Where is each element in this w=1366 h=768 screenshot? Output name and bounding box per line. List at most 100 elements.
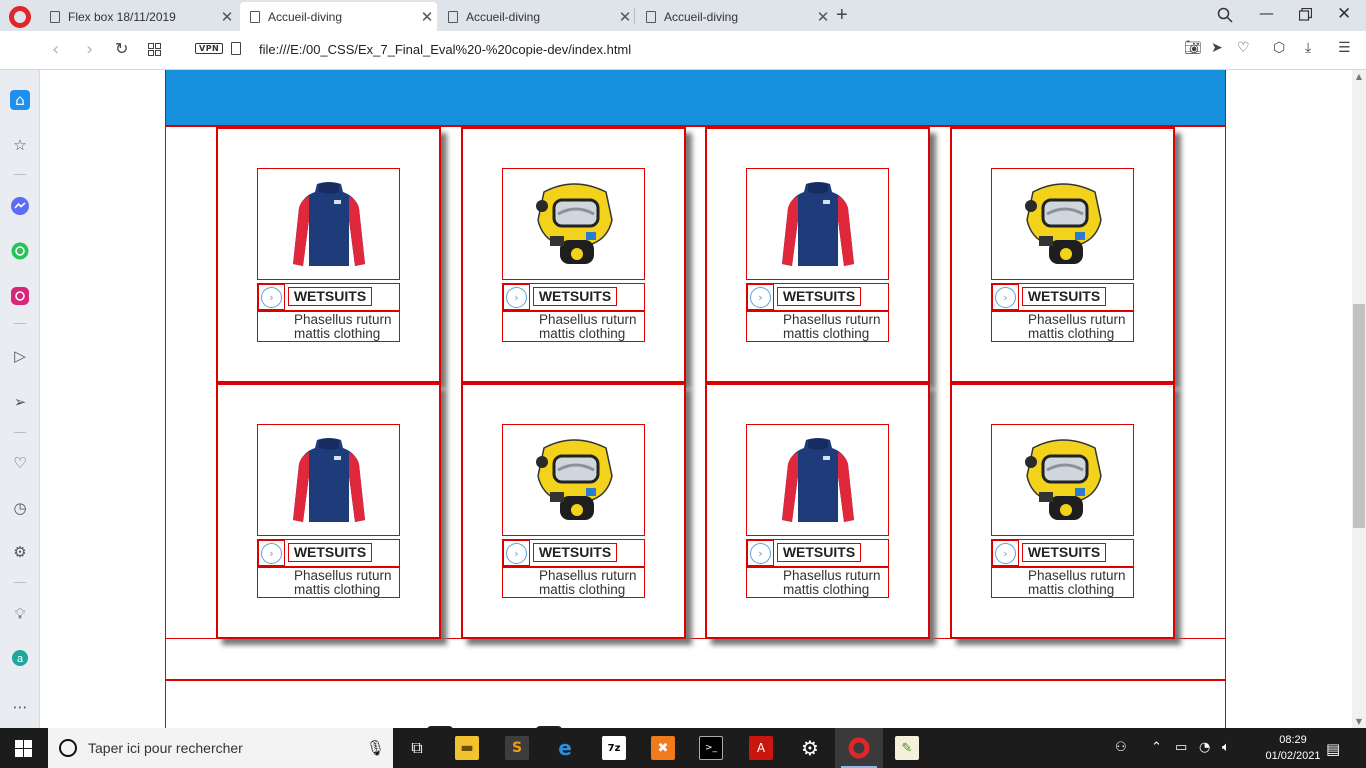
chevron-right-circle-icon[interactable]: › [995, 542, 1016, 564]
restore-icon[interactable] [1299, 8, 1312, 21]
battery-icon[interactable]: ▭ [1175, 740, 1187, 755]
arrow-frame[interactable]: › [503, 284, 530, 310]
arrow-frame[interactable]: › [747, 284, 774, 310]
terminal-icon[interactable]: >_ [699, 736, 723, 760]
opera-logo-icon[interactable] [9, 6, 31, 28]
chevron-right-circle-icon[interactable]: › [261, 542, 282, 564]
player-icon[interactable]: ▷ [10, 346, 30, 366]
product-card[interactable]: › WETSUITS Phasellus ruturn mattis cloth… [705, 127, 930, 383]
product-image-frame[interactable] [502, 424, 645, 536]
taskbar-search-box[interactable]: Taper ici pour rechercher 🎙︎ [48, 728, 393, 768]
product-image-frame[interactable] [746, 168, 889, 280]
product-card[interactable]: › WETSUITS Phasellus ruturn mattis cloth… [216, 383, 441, 639]
history-clock-icon[interactable]: ◷ [10, 498, 30, 518]
arrow-frame[interactable]: › [992, 540, 1019, 566]
vertical-scrollbar[interactable]: ▲ ▼ [1352, 70, 1366, 728]
product-image-frame[interactable] [746, 424, 889, 536]
close-icon[interactable]: ✕ [615, 8, 635, 26]
product-card[interactable]: › WETSUITS Phasellus ruturn mattis cloth… [950, 127, 1175, 383]
product-image-frame[interactable] [502, 168, 645, 280]
sublime-text-icon[interactable]: S [505, 736, 529, 760]
product-image-frame[interactable] [991, 424, 1134, 536]
arrow-frame[interactable]: › [747, 540, 774, 566]
reload-icon[interactable]: ↻ [115, 39, 128, 58]
heart-icon[interactable]: ♡ [10, 453, 30, 473]
bookmarks-star-icon[interactable]: ☆ [10, 135, 30, 155]
close-window-icon[interactable]: ✕ [1337, 4, 1351, 24]
people-icon[interactable]: ⚇ [1115, 740, 1127, 755]
wifi-icon[interactable]: ◔ [1199, 740, 1210, 755]
product-card[interactable]: › WETSUITS Phasellus ruturn mattis cloth… [705, 383, 930, 639]
whatsapp-icon[interactable] [10, 241, 30, 261]
url-field[interactable]: file:///E:/00_CSS/Ex_7_Final_Eval%20-%20… [259, 42, 631, 57]
lightbulb-icon[interactable]: 💡︎ [10, 604, 30, 624]
file-explorer-icon[interactable]: ▬ [455, 736, 479, 760]
tab-accueil-diving-3[interactable]: Accueil-diving ✕ [636, 2, 833, 31]
more-options-icon[interactable]: ⋯ [10, 697, 30, 717]
chevron-right-circle-icon[interactable]: › [506, 286, 527, 308]
minimize-icon[interactable]: — [1259, 4, 1274, 22]
close-icon[interactable]: ✕ [217, 8, 237, 26]
arrow-frame[interactable]: › [258, 284, 285, 310]
download-icon[interactable]: ⤓ [1305, 40, 1311, 56]
product-description-line: mattis clothing [539, 582, 626, 597]
tab-accueil-diving-2[interactable]: Accueil-diving ✕ [438, 2, 635, 31]
product-image-frame[interactable] [257, 168, 400, 280]
xampp-icon[interactable]: ✖ [651, 736, 675, 760]
product-card[interactable]: › WETSUITS Phasellus ruturn mattis cloth… [950, 383, 1175, 639]
close-icon[interactable]: ✕ [417, 8, 437, 26]
tab-separator [634, 8, 635, 24]
arrow-frame[interactable]: › [992, 284, 1019, 310]
forward-icon[interactable]: › [86, 39, 93, 60]
send-icon[interactable]: ➤ [1211, 40, 1223, 56]
product-description-line: Phasellus ruturn [783, 568, 881, 583]
send-flow-icon[interactable]: ➢ [10, 392, 30, 412]
new-tab-button[interactable]: + [836, 4, 848, 27]
cube-icon[interactable]: ⬡ [1273, 40, 1285, 56]
settings-gear-icon[interactable]: ⚙ [10, 542, 30, 562]
tab-snapshot-grid-icon[interactable] [148, 43, 161, 56]
volume-muted-icon[interactable]: 🔈︎ [1222, 740, 1230, 755]
tab-flexbox[interactable]: Flex box 18/11/2019 ✕ [40, 2, 237, 31]
heart-icon[interactable]: ♡ [1237, 40, 1250, 56]
search-tabs-icon[interactable] [1217, 7, 1233, 23]
settings-sliders-icon[interactable]: ☰ [1338, 40, 1351, 56]
product-card[interactable]: › WETSUITS Phasellus ruturn mattis cloth… [461, 383, 686, 639]
taskbar-clock[interactable]: 08:29 01/02/2021 [1262, 732, 1324, 764]
tray-chevron-up-icon[interactable]: ⌃ [1151, 740, 1162, 755]
settings-gear-icon[interactable]: ⚙ [798, 736, 822, 760]
product-image-frame[interactable] [991, 168, 1134, 280]
product-image-frame[interactable] [257, 424, 400, 536]
acrobat-reader-icon[interactable]: A [749, 736, 773, 760]
home-icon[interactable]: ⌂ [10, 90, 30, 110]
chevron-right-circle-icon[interactable]: › [750, 542, 771, 564]
camera-icon[interactable]: 📷︎ [1184, 40, 1202, 56]
tab-accueil-diving-active[interactable]: Accueil-diving ✕ [240, 2, 437, 31]
arrow-frame[interactable]: › [503, 540, 530, 566]
microphone-icon[interactable]: 🎙︎ [366, 739, 385, 757]
aria-icon[interactable]: a [10, 648, 30, 668]
chevron-right-circle-icon[interactable]: › [506, 542, 527, 564]
scroll-up-arrow-icon[interactable]: ▲ [1352, 72, 1366, 81]
product-card[interactable]: › WETSUITS Phasellus ruturn mattis cloth… [216, 127, 441, 383]
chevron-right-circle-icon[interactable]: › [995, 286, 1016, 308]
scrollbar-thumb[interactable] [1353, 304, 1365, 528]
7zip-icon[interactable]: 7z [602, 736, 626, 760]
scroll-down-arrow-icon[interactable]: ▼ [1352, 717, 1366, 726]
arrow-frame[interactable]: › [258, 540, 285, 566]
back-icon[interactable]: ‹ [52, 39, 59, 60]
notifications-icon[interactable]: ▤ [1326, 740, 1340, 758]
task-view-icon[interactable]: ⧉ [405, 736, 429, 760]
vpn-badge[interactable]: VPN [195, 43, 224, 54]
opera-browser-icon[interactable] [847, 736, 871, 760]
wetsuit-jacket-image [292, 438, 365, 522]
instagram-icon[interactable] [10, 286, 30, 306]
chevron-right-circle-icon[interactable]: › [750, 286, 771, 308]
messenger-icon[interactable] [10, 196, 30, 216]
close-icon[interactable]: ✕ [813, 8, 833, 26]
chevron-right-circle-icon[interactable]: › [261, 286, 282, 308]
windows-start-icon[interactable] [15, 740, 32, 757]
product-card[interactable]: › WETSUITS Phasellus ruturn mattis cloth… [461, 127, 686, 383]
edge-browser-icon[interactable]: e [553, 736, 577, 760]
notepad-plus-plus-icon[interactable]: ✎ [895, 736, 919, 760]
